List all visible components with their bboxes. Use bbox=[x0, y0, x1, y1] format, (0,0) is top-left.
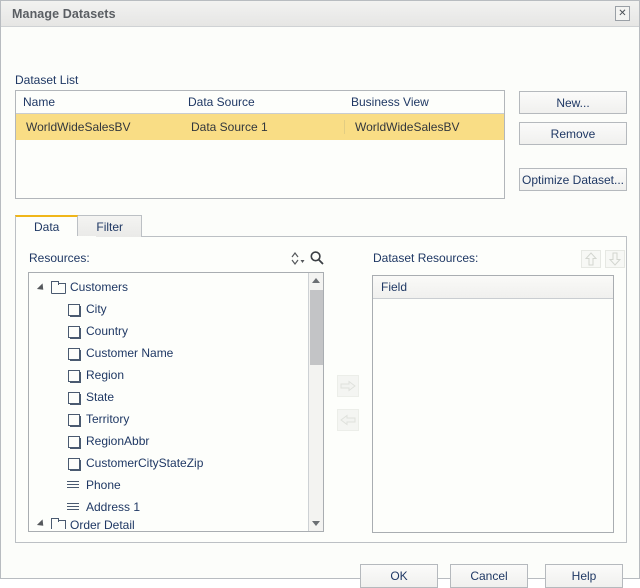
arrow-up-icon bbox=[585, 252, 597, 266]
help-button[interactable]: Help bbox=[545, 564, 623, 588]
tree-node-label: State bbox=[86, 390, 115, 404]
tree-node-regionabbr[interactable]: RegionAbbr bbox=[29, 430, 308, 452]
expand-collapse-icon[interactable] bbox=[38, 518, 48, 528]
tree-node-city[interactable]: City bbox=[29, 298, 308, 320]
tree-node-label: Region bbox=[86, 368, 125, 382]
tab-bar: Data Filter bbox=[15, 215, 627, 237]
folder-icon bbox=[51, 280, 66, 294]
arrow-down-icon bbox=[609, 252, 621, 266]
tree-node-label: Address 1 bbox=[86, 500, 141, 514]
cell-name: WorldWideSalesBV bbox=[26, 120, 131, 134]
cell-data-source: Data Source 1 bbox=[191, 120, 268, 134]
sort-icon[interactable] bbox=[289, 251, 307, 267]
cell-business-view: WorldWideSalesBV bbox=[344, 120, 504, 134]
tab-filter[interactable]: Filter bbox=[77, 215, 143, 237]
tree-node-customers[interactable]: Customers bbox=[29, 276, 308, 298]
resources-tree-items: Customers City Country Customer Name Reg… bbox=[29, 273, 308, 531]
tree-node-region[interactable]: Region bbox=[29, 364, 308, 386]
field-icon bbox=[67, 435, 81, 449]
scrollbar-thumb[interactable] bbox=[310, 290, 323, 365]
tree-node-order-detail[interactable]: Order Detail bbox=[29, 518, 308, 529]
text-field-icon bbox=[67, 479, 81, 492]
field-icon bbox=[67, 391, 81, 405]
title-bar: Manage Datasets ✕ bbox=[1, 1, 639, 27]
tree-node-customercitystatezip[interactable]: CustomerCityStateZip bbox=[29, 452, 308, 474]
scroll-down-icon[interactable] bbox=[309, 516, 323, 531]
tree-node-country[interactable]: Country bbox=[29, 320, 308, 342]
folder-icon bbox=[51, 518, 66, 529]
cancel-button[interactable]: Cancel bbox=[450, 564, 528, 588]
close-icon[interactable]: ✕ bbox=[615, 6, 630, 21]
column-header-business-view: Business View bbox=[351, 95, 429, 109]
move-down-button[interactable] bbox=[605, 250, 625, 268]
tab-panel-seam bbox=[16, 236, 96, 238]
move-up-button[interactable] bbox=[581, 250, 601, 268]
expand-collapse-icon[interactable] bbox=[38, 282, 48, 292]
field-icon bbox=[67, 347, 81, 361]
remove-button[interactable]: Remove bbox=[519, 122, 627, 145]
tree-node-label: Order Detail bbox=[70, 518, 135, 529]
new-button[interactable]: New... bbox=[519, 91, 627, 114]
search-icon[interactable] bbox=[309, 250, 325, 266]
manage-datasets-dialog: Manage Datasets ✕ Dataset List Name Data… bbox=[0, 0, 640, 588]
text-field-icon bbox=[67, 501, 81, 514]
column-header-field: Field bbox=[381, 280, 408, 294]
scroll-up-icon[interactable] bbox=[309, 273, 323, 288]
column-header-name: Name bbox=[23, 95, 56, 109]
tree-node-label: CustomerCityStateZip bbox=[86, 456, 204, 470]
field-icon bbox=[67, 325, 81, 339]
resources-tree[interactable]: Customers City Country Customer Name Reg… bbox=[28, 272, 324, 532]
column-header-data-source: Data Source bbox=[188, 95, 255, 109]
tree-vertical-scrollbar[interactable] bbox=[308, 273, 323, 531]
dataset-resources-header-row: Field bbox=[373, 276, 613, 299]
field-icon bbox=[67, 303, 81, 317]
tree-node-label: Customers bbox=[70, 280, 129, 294]
table-row[interactable]: WorldWideSalesBV Data Source 1 WorldWide… bbox=[16, 114, 504, 140]
tree-node-label: Customer Name bbox=[86, 346, 174, 360]
dataset-list-table[interactable]: Name Data Source Business View WorldWide… bbox=[15, 90, 505, 199]
tab-data[interactable]: Data bbox=[15, 215, 79, 237]
field-icon bbox=[67, 413, 81, 427]
tree-node-customer-name[interactable]: Customer Name bbox=[29, 342, 308, 364]
tree-node-territory[interactable]: Territory bbox=[29, 408, 308, 430]
tree-node-label: RegionAbbr bbox=[86, 434, 150, 448]
arrow-right-icon bbox=[340, 380, 356, 392]
tree-node-label: Country bbox=[86, 324, 129, 338]
remove-from-dataset-button[interactable] bbox=[337, 409, 359, 431]
resources-label: Resources: bbox=[29, 251, 90, 265]
field-icon bbox=[67, 457, 81, 471]
tree-node-phone[interactable]: Phone bbox=[29, 474, 308, 496]
add-to-dataset-button[interactable] bbox=[337, 375, 359, 397]
field-icon bbox=[67, 369, 81, 383]
arrow-left-icon bbox=[340, 414, 356, 426]
tree-node-label: City bbox=[86, 302, 107, 316]
tree-node-label: Phone bbox=[86, 478, 121, 492]
window-title: Manage Datasets bbox=[12, 6, 116, 21]
dataset-list-label: Dataset List bbox=[15, 73, 79, 87]
optimize-dataset-button[interactable]: Optimize Dataset... bbox=[519, 168, 627, 191]
dataset-resources-label: Dataset Resources: bbox=[373, 251, 479, 265]
tree-node-label: Territory bbox=[86, 412, 130, 426]
dialog-body: Dataset List Name Data Source Business V… bbox=[1, 27, 639, 588]
tree-node-address-1[interactable]: Address 1 bbox=[29, 496, 308, 518]
ok-button[interactable]: OK bbox=[360, 564, 438, 588]
table-header-row: Name Data Source Business View bbox=[16, 91, 504, 114]
dataset-resources-list[interactable]: Field bbox=[372, 275, 614, 533]
tree-node-state[interactable]: State bbox=[29, 386, 308, 408]
